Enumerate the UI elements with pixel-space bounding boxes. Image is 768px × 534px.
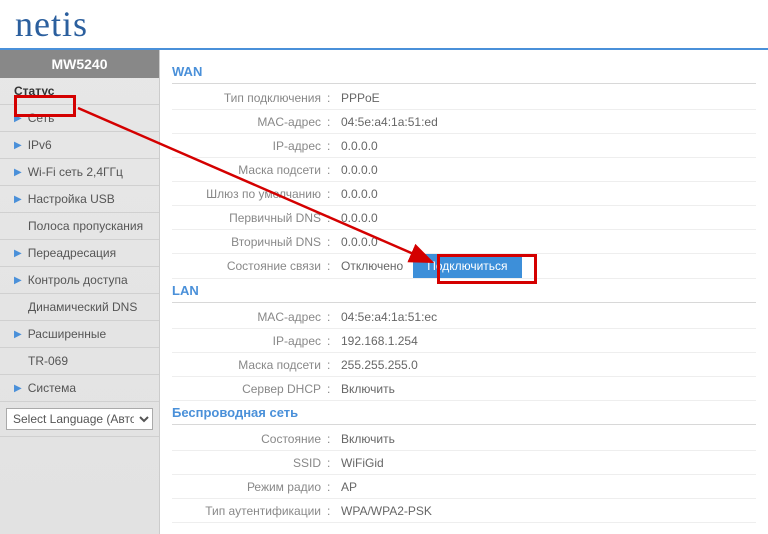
sidebar-item-ddns[interactable]: Динамический DNS: [0, 294, 159, 321]
field-label: Сервер DHCP: [172, 382, 327, 396]
section-title-lan: LAN: [172, 279, 756, 303]
row-lan-dhcp: Сервер DHCP: Включить: [172, 377, 756, 401]
row-wan-conntype: Тип подключения: PPPoE: [172, 86, 756, 110]
state-text: Отключено: [341, 259, 403, 273]
row-wan-ip: IP-адрес: 0.0.0.0: [172, 134, 756, 158]
field-label: Маска подсети: [172, 358, 327, 372]
field-value: 0.0.0.0: [335, 211, 378, 225]
chevron-right-icon: ▶: [14, 194, 22, 205]
sidebar-item-system[interactable]: ▶ Система: [0, 375, 159, 402]
field-value: Включить: [335, 432, 395, 446]
sidebar-item-access[interactable]: ▶ Контроль доступа: [0, 267, 159, 294]
model-label: MW5240: [0, 50, 159, 78]
field-value: 04:5e:a4:1a:51:ec: [335, 310, 437, 324]
sidebar-item-forward[interactable]: ▶ Переадресация: [0, 240, 159, 267]
header: netis: [0, 0, 768, 50]
nav-label: Переадресация: [28, 246, 116, 260]
row-wifi-state: Состояние: Включить: [172, 427, 756, 451]
nav-label: Wi-Fi сеть 2,4ГГц: [28, 165, 123, 179]
connect-button[interactable]: Подключиться: [413, 254, 521, 278]
brand-logo: netis: [15, 3, 88, 45]
nav-label: Настройка USB: [28, 192, 115, 206]
field-value: 255.255.255.0: [335, 358, 418, 372]
nav-label: Сеть: [28, 111, 55, 125]
sidebar-item-usb[interactable]: ▶ Настройка USB: [0, 186, 159, 213]
field-value: 0.0.0.0: [335, 139, 378, 153]
field-label: Маска подсети: [172, 163, 327, 177]
field-label: Режим радио: [172, 480, 327, 494]
field-value: 0.0.0.0: [335, 163, 378, 177]
row-wan-dns1: Первичный DNS: 0.0.0.0: [172, 206, 756, 230]
field-value: 192.168.1.254: [335, 334, 418, 348]
field-value: PPPoE: [335, 91, 380, 105]
nav-label: Расширенные: [28, 327, 107, 341]
field-label: IP-адрес: [172, 139, 327, 153]
row-wan-state: Состояние связи: Отключено Подключиться: [172, 254, 756, 279]
section-title-wan: WAN: [172, 60, 756, 84]
chevron-right-icon: ▶: [14, 167, 22, 178]
row-lan-mac: MAC-адрес: 04:5e:a4:1a:51:ec: [172, 305, 756, 329]
nav-label: TR-069: [28, 354, 68, 368]
field-label: Тип подключения: [172, 91, 327, 105]
field-value: Включить: [335, 382, 395, 396]
field-value: 0.0.0.0: [335, 187, 378, 201]
field-value: Отключено Подключиться: [335, 254, 522, 278]
field-value: 04:5e:a4:1a:51:ed: [335, 115, 438, 129]
sidebar-item-bandwidth[interactable]: Полоса пропускания: [0, 213, 159, 240]
field-value: AP: [335, 480, 357, 494]
nav-label: Система: [28, 381, 76, 395]
field-label: Тип аутентификации: [172, 504, 327, 518]
row-lan-ip: IP-адрес: 192.168.1.254: [172, 329, 756, 353]
field-label: Состояние связи: [172, 259, 327, 273]
nav-label: Статус: [14, 84, 54, 98]
main-container: MW5240 Статус ▶ Сеть ▶ IPv6 ▶ Wi-Fi сеть…: [0, 50, 768, 534]
chevron-right-icon: ▶: [14, 248, 22, 259]
row-wifi-mode: Режим радио: AP: [172, 475, 756, 499]
nav-label: Контроль доступа: [28, 273, 128, 287]
section-title-wifi: Беспроводная сеть: [172, 401, 756, 425]
row-wifi-auth: Тип аутентификации: WPA/WPA2-PSK: [172, 499, 756, 523]
field-value: WiFiGid: [335, 456, 384, 470]
row-wifi-ssid: SSID: WiFiGid: [172, 451, 756, 475]
language-wrap: Select Language (Авто): [0, 402, 159, 437]
nav-label: Полоса пропускания: [28, 219, 143, 233]
field-value: WPA/WPA2-PSK: [335, 504, 432, 518]
chevron-right-icon: ▶: [14, 329, 22, 340]
sidebar-item-status[interactable]: Статус: [0, 78, 159, 105]
field-label: MAC-адрес: [172, 115, 327, 129]
chevron-right-icon: ▶: [14, 113, 22, 124]
field-label: Состояние: [172, 432, 327, 446]
row-wan-mac: MAC-адрес: 04:5e:a4:1a:51:ed: [172, 110, 756, 134]
row-wan-mask: Маска подсети: 0.0.0.0: [172, 158, 756, 182]
sidebar-item-net[interactable]: ▶ Сеть: [0, 105, 159, 132]
sidebar-item-advanced[interactable]: ▶ Расширенные: [0, 321, 159, 348]
sidebar-item-tr069[interactable]: TR-069: [0, 348, 159, 375]
chevron-right-icon: ▶: [14, 275, 22, 286]
field-value: 0.0.0.0: [335, 235, 378, 249]
field-label: Шлюз по умолчанию: [172, 187, 327, 201]
field-label: MAC-адрес: [172, 310, 327, 324]
field-label: Вторичный DNS: [172, 235, 327, 249]
language-select[interactable]: Select Language (Авто): [6, 408, 153, 430]
row-lan-mask: Маска подсети: 255.255.255.0: [172, 353, 756, 377]
chevron-right-icon: ▶: [14, 383, 22, 394]
nav-label: IPv6: [28, 138, 52, 152]
chevron-right-icon: ▶: [14, 140, 22, 151]
sidebar-item-ipv6[interactable]: ▶ IPv6: [0, 132, 159, 159]
sidebar: MW5240 Статус ▶ Сеть ▶ IPv6 ▶ Wi-Fi сеть…: [0, 50, 160, 534]
content: WAN Тип подключения: PPPoE MAC-адрес: 04…: [160, 50, 768, 534]
field-label: IP-адрес: [172, 334, 327, 348]
nav-label: Динамический DNS: [28, 300, 137, 314]
row-wan-gw: Шлюз по умолчанию: 0.0.0.0: [172, 182, 756, 206]
field-label: Первичный DNS: [172, 211, 327, 225]
row-wan-dns2: Вторичный DNS: 0.0.0.0: [172, 230, 756, 254]
sidebar-item-wifi24[interactable]: ▶ Wi-Fi сеть 2,4ГГц: [0, 159, 159, 186]
field-label: SSID: [172, 456, 327, 470]
